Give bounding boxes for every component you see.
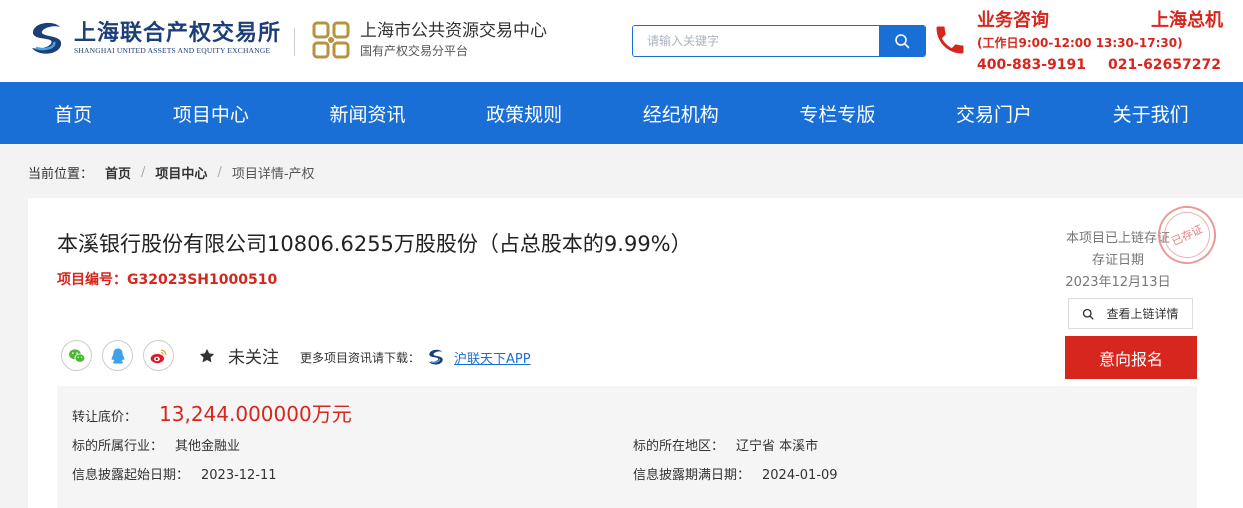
hq-phone[interactable]: 021-62657272 (1108, 52, 1221, 78)
search-icon (895, 34, 910, 49)
region-label: 标的所在地区： (633, 439, 725, 454)
work-hours: (工作日9:00-12:00 13:30-17:30) (977, 36, 1183, 50)
price-value: 13,244.000000万元 (159, 402, 352, 426)
disclosure-start-label: 信息披露起始日期： (72, 468, 190, 483)
weibo-icon (150, 349, 166, 363)
project-info-panel: 转让底价： 13,244.000000万元 标的所属行业： 其他金融业 标的所在地… (57, 386, 1197, 508)
search-input[interactable] (633, 26, 879, 56)
breadcrumb-home[interactable]: 首页 (105, 163, 131, 182)
app-download: 更多项目资讯请下载： 沪联天下APP (300, 347, 531, 367)
project-title: 本溪银行股份有限公司10806.6255万股股份（占总股本的9.99%） (57, 232, 692, 256)
apply-button[interactable]: 意向报名 (1065, 336, 1197, 379)
logo-divider (294, 28, 295, 56)
app-logo-icon (428, 349, 443, 365)
nav-item-columns[interactable]: 专栏专版 (799, 100, 875, 127)
breadcrumb-separator: / (217, 165, 222, 180)
main-nav: 首页 项目中心 新闻资讯 政策规则 经纪机构 专栏专版 交易门户 关于我们 (0, 82, 1243, 144)
project-code-value: G32023SH1000510 (127, 272, 278, 288)
search-box (632, 25, 926, 57)
nav-item-about[interactable]: 关于我们 (1113, 100, 1189, 127)
public-resource-logo[interactable]: 上海市公共资源交易中心 国有产权交易分平台 (312, 20, 547, 60)
disclosure-start-row: 信息披露起始日期： 2023-12-11 (72, 464, 277, 483)
logo-name-en: SHANGHAI UNITED ASSETS AND EQUITY EXCHAN… (74, 46, 271, 55)
search-icon (1083, 308, 1095, 320)
project-card: 本溪银行股份有限公司10806.6255万股股份（占总股本的9.99%） 项目编… (28, 196, 1243, 508)
consult-title: 业务咨询 (977, 10, 1049, 31)
logo-name-cn: 上海联合产权交易所 (74, 20, 282, 46)
download-prompt: 更多项目资讯请下载： (300, 350, 421, 365)
share-qq-button[interactable] (102, 340, 133, 371)
price-row: 转让底价： 13,244.000000万元 (72, 398, 352, 427)
logo2-subtitle: 国有产权交易分平台 (360, 44, 469, 58)
view-chain-details-label: 查看上链详情 (1106, 307, 1179, 321)
share-wechat-button[interactable] (61, 340, 92, 371)
industry-value: 其他金融业 (175, 439, 241, 454)
region-row: 标的所在地区： 辽宁省 本溪市 (633, 435, 818, 454)
qq-icon (111, 348, 124, 364)
disclosure-end-value: 2024-01-09 (762, 468, 838, 483)
nav-item-portal[interactable]: 交易门户 (956, 100, 1032, 127)
logo2-name: 上海市公共资源交易中心 (360, 21, 547, 41)
follow-label: 未关注 (228, 348, 279, 368)
breadcrumb: 当前位置： 首页 / 项目中心 / 项目详情-产权 (28, 163, 315, 182)
share-weibo-button[interactable] (143, 340, 174, 371)
project-code: 项目编号：G32023SH1000510 (57, 269, 277, 289)
contact-info: 业务咨询 上海总机 (工作日9:00-12:00 13:30-17:30) 40… (977, 8, 1239, 78)
nav-item-news[interactable]: 新闻资讯 (330, 100, 406, 127)
hq-title: 上海总机 (1151, 10, 1223, 31)
nav-item-policy[interactable]: 政策规则 (486, 100, 562, 127)
share-buttons (61, 340, 184, 371)
region-value: 辽宁省 本溪市 (736, 439, 819, 454)
star-icon (199, 348, 215, 362)
project-code-label: 项目编号： (57, 272, 127, 288)
phone-icon (936, 26, 964, 54)
logo-s-icon (28, 19, 66, 57)
nav-item-brokers[interactable]: 经纪机构 (643, 100, 719, 127)
industry-row: 标的所属行业： 其他金融业 (72, 435, 240, 454)
nav-item-projects[interactable]: 项目中心 (173, 100, 249, 127)
nav-item-home[interactable]: 首页 (54, 100, 92, 127)
price-label: 转让底价： (72, 410, 138, 425)
breadcrumb-label: 当前位置： (28, 167, 94, 182)
breadcrumb-current: 项目详情-产权 (231, 167, 315, 182)
disclosure-end-label: 信息披露期满日期： (633, 468, 751, 483)
site-header: 上海联合产权交易所 SHANGHAI UNITED ASSETS AND EQU… (0, 0, 1243, 82)
view-chain-details-button[interactable]: 查看上链详情 (1068, 298, 1193, 329)
search-button[interactable] (879, 26, 925, 56)
breadcrumb-projects[interactable]: 项目中心 (155, 163, 207, 182)
industry-label: 标的所属行业： (72, 439, 164, 454)
logo-grid-icon (312, 21, 350, 59)
chain-date: 2023年12月13日 (1065, 275, 1171, 290)
wechat-icon (68, 348, 85, 363)
disclosure-start-value: 2023-12-11 (201, 468, 277, 483)
breadcrumb-separator: / (141, 165, 146, 180)
consult-phone[interactable]: 400-883-9191 (977, 52, 1086, 78)
app-download-link[interactable]: 沪联天下APP (454, 348, 531, 367)
suaee-logo[interactable]: 上海联合产权交易所 SHANGHAI UNITED ASSETS AND EQU… (26, 18, 281, 58)
disclosure-end-row: 信息披露期满日期： 2024-01-09 (633, 464, 838, 483)
follow-toggle[interactable]: 未关注 (198, 343, 279, 368)
